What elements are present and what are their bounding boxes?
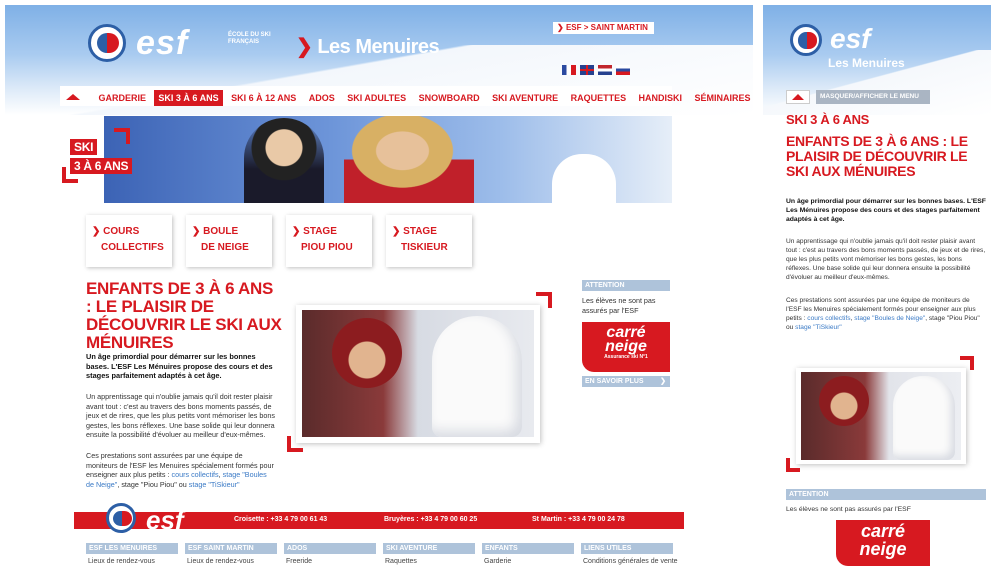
esf-logo-subtext: ÉCOLE DU SKI FRANÇAIS: [228, 32, 271, 45]
nav-item-ski-6-12[interactable]: SKI 6 À 12 ANS: [227, 90, 300, 106]
subnav-cours-collectifs[interactable]: ❯ COURS COLLECTIFS: [86, 215, 172, 267]
nav-item-ski-adultes[interactable]: SKI ADULTES: [343, 90, 410, 106]
mobile-attention-text: Les élèves ne sont pas assurés par l'ESF: [786, 506, 911, 513]
chevron-right-icon: ❯: [557, 23, 564, 32]
footer-col-title: ESF LES MENUIRES: [86, 543, 178, 554]
chevron-right-icon: ❯: [192, 226, 204, 237]
banner-corner-tr: [114, 128, 130, 144]
subnav-stage-piou-piou[interactable]: ❯ STAGE PIOU PIOU: [286, 215, 372, 267]
mobile-lead: Un âge primordial pour démarrer sur les …: [786, 198, 986, 223]
link-tiskieur[interactable]: stage "TiSkieur": [795, 324, 842, 331]
phone-st-martin[interactable]: St Martin : +33 4 79 00 24 78: [532, 516, 625, 523]
nav-item-seminaires[interactable]: SÉMINAIRES: [691, 90, 755, 106]
subnav-stage-tiskieur[interactable]: ❯ STAGE TISKIEUR: [386, 215, 472, 267]
home-icon[interactable]: [66, 93, 80, 100]
flag-ru-icon[interactable]: [616, 64, 630, 75]
esf-logo[interactable]: esf ÉCOLE DU SKI FRANÇAIS: [88, 24, 288, 64]
esf-logo-text: esf: [136, 24, 189, 62]
article-paragraph-2: Ces prestations sont assurées par une éq…: [86, 451, 274, 489]
photo-corner-tr: [536, 292, 552, 308]
main-nav: GARDERIE SKI 3 À 6 ANS SKI 6 À 12 ANS AD…: [60, 86, 751, 106]
chevron-right-icon: ❯: [392, 226, 404, 237]
flag-fr-icon[interactable]: [562, 64, 576, 75]
mobile-menu-toggle[interactable]: MASQUER/AFFICHER LE MENU: [816, 90, 930, 104]
mascot-figure: [552, 154, 616, 203]
esf-saint-martin-link[interactable]: ❯ ESF > SAINT MARTIN: [553, 22, 654, 34]
footer-col-title: LIENS UTILES: [581, 543, 673, 554]
location-chevron-icon: ❯: [296, 36, 313, 58]
banner-label-ski: SKI: [70, 139, 98, 155]
subnav-boule-de-neige[interactable]: ❯ BOULE DE NEIGE: [186, 215, 272, 267]
link-boules-de-neige[interactable]: stage "Boules de Neige": [854, 315, 925, 322]
article-title: ENFANTS DE 3 À 6 ANS : LE PLAISIR DE DÉC…: [86, 279, 282, 352]
mobile-home-button[interactable]: [786, 90, 810, 104]
language-flags: [562, 61, 634, 79]
mobile-location: Les Menuires: [828, 56, 905, 70]
home-icon: [792, 94, 804, 100]
photo-corner-bl: [287, 436, 303, 452]
esf-logo-emblem-icon: [88, 24, 126, 62]
footer-col-link[interactable]: Conditions générales de vente: [583, 558, 678, 565]
article-paragraph-1: Un apprentissage qui n'oublie jamais qu'…: [86, 392, 275, 440]
nav-item-garderie[interactable]: GARDERIE: [94, 90, 150, 106]
footer-col-link[interactable]: Lieux de rendez-vous: [187, 558, 254, 565]
footer-col-link[interactable]: Freeride: [286, 558, 312, 565]
mobile-photo: [801, 372, 961, 460]
nav-item-raquettes[interactable]: RAQUETTES: [567, 90, 631, 106]
mobile-paragraph-1: Un apprentissage qui n'oublie jamais qu'…: [786, 238, 986, 281]
mobile-paragraph-2: Ces prestations sont assurées par une éq…: [786, 297, 980, 331]
child-skier-photo: [244, 118, 324, 203]
article-photo: [302, 310, 534, 437]
attention-text: Les élèves ne sont pas assurés par l'ESF: [582, 296, 656, 315]
nav-item-ski-aventure[interactable]: SKI AVENTURE: [488, 90, 562, 106]
mobile-article-title: ENFANTS DE 3 À 6 ANS : LE PLAISIR DE DÉC…: [786, 133, 968, 179]
footer-col-title: ENFANTS: [482, 543, 574, 554]
mobile-logo-text: esf: [830, 23, 871, 54]
chevron-right-icon: ❯: [92, 226, 104, 237]
attention-title: ATTENTION: [582, 280, 670, 291]
nav-item-handiski[interactable]: HANDISKI: [635, 90, 687, 106]
phone-bruyeres[interactable]: Bruyères : +33 4 79 00 60 25: [384, 516, 477, 523]
footer-logo-text: esf: [146, 505, 184, 535]
link-cours-collectifs[interactable]: cours collectifs: [807, 315, 850, 322]
chevron-right-icon: ❯: [660, 378, 666, 385]
flag-uk-icon[interactable]: [580, 64, 594, 75]
footer-logo[interactable]: esf: [106, 502, 226, 536]
mobile-photo-corner-bl: [786, 458, 800, 472]
footer-col-title: SKI AVENTURE: [383, 543, 475, 554]
footer-col-link[interactable]: Garderie: [484, 558, 511, 565]
banner-label-age: 3 À 6 ANS: [70, 158, 133, 174]
en-savoir-plus-button[interactable]: EN SAVOIR PLUS ❯: [582, 376, 670, 387]
mobile-section-title: SKI 3 À 6 ANS: [786, 112, 870, 127]
banner-corner-bl: [62, 167, 78, 183]
flag-nl-icon[interactable]: [598, 64, 612, 75]
footer-col-link[interactable]: Raquettes: [385, 558, 417, 565]
mobile-carre-neige-logo[interactable]: carré neige: [836, 520, 930, 566]
footer-col-title: ESF SAINT MARTIN: [185, 543, 277, 554]
phone-croisette[interactable]: Croisette : +33 4 79 00 61 43: [234, 516, 327, 523]
polar-bear-mascot: [893, 376, 955, 460]
footer-col-link[interactable]: Lieux de rendez-vous: [88, 558, 155, 565]
link-cours-collectifs[interactable]: cours collectifs: [172, 470, 219, 479]
child-helmet-photo: [819, 376, 869, 426]
link-tiskieur[interactable]: stage "TiSkieur": [189, 480, 240, 489]
esf-emblem-icon: [790, 24, 822, 56]
mobile-logo[interactable]: esf: [790, 23, 950, 58]
nav-item-snowboard[interactable]: SNOWBOARD: [415, 90, 484, 106]
chevron-right-icon: ❯: [292, 226, 304, 237]
carre-neige-logo[interactable]: carré neige Assurance ski N°1: [582, 322, 670, 372]
footer-col-title: ADOS: [284, 543, 376, 554]
polar-bear-mascot: [432, 316, 522, 437]
nav-item-ski-3-6[interactable]: SKI 3 À 6 ANS: [154, 90, 223, 106]
mobile-photo-corner-tr: [960, 356, 974, 370]
child-helmet-photo: [332, 318, 402, 388]
article-lead: Un âge primordial pour démarrer sur les …: [86, 352, 273, 381]
location-title: ❯ Les Menuires: [296, 36, 440, 58]
esf-emblem-icon: [106, 503, 136, 533]
woman-skier-photo: [344, 116, 474, 203]
nav-item-ados[interactable]: ADOS: [305, 90, 339, 106]
mobile-attention-title: ATTENTION: [786, 489, 986, 500]
banner-image: [104, 116, 672, 203]
